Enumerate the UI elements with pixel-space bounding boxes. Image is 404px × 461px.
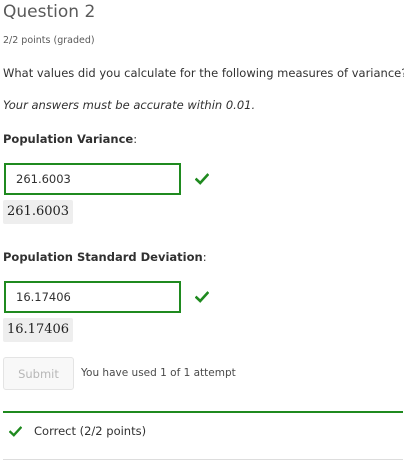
variance-label-text: Population Variance	[3, 132, 134, 146]
variance-rendered-value: 261.6003	[3, 200, 74, 224]
std-dev-label-text: Population Standard Deviation	[3, 250, 203, 264]
status-message: Correct (2/2 points)	[34, 424, 147, 438]
check-icon	[195, 291, 209, 303]
accuracy-note: Your answers must be accurate within 0.0…	[3, 98, 256, 112]
bottom-divider	[3, 459, 403, 460]
problem-prompt: What values did you calculate for the fo…	[3, 66, 404, 80]
problem-title: Question 2	[3, 2, 96, 22]
std-dev-label-colon: :	[202, 250, 207, 264]
variance-label: Population Variance:	[3, 132, 137, 146]
std-dev-rendered-value: 16.17406	[3, 318, 74, 342]
problem-points: 2/2 points (graded)	[3, 35, 95, 46]
variance-input[interactable]	[4, 163, 181, 195]
variance-label-colon: :	[133, 132, 138, 146]
check-icon	[9, 426, 22, 437]
submit-button[interactable]: Submit	[3, 357, 74, 390]
std-dev-input[interactable]	[4, 281, 181, 313]
check-icon	[195, 173, 209, 185]
status-divider	[3, 411, 403, 413]
std-dev-label: Population Standard Deviation:	[3, 250, 207, 264]
attempts-text: You have used 1 of 1 attempt	[81, 367, 236, 379]
